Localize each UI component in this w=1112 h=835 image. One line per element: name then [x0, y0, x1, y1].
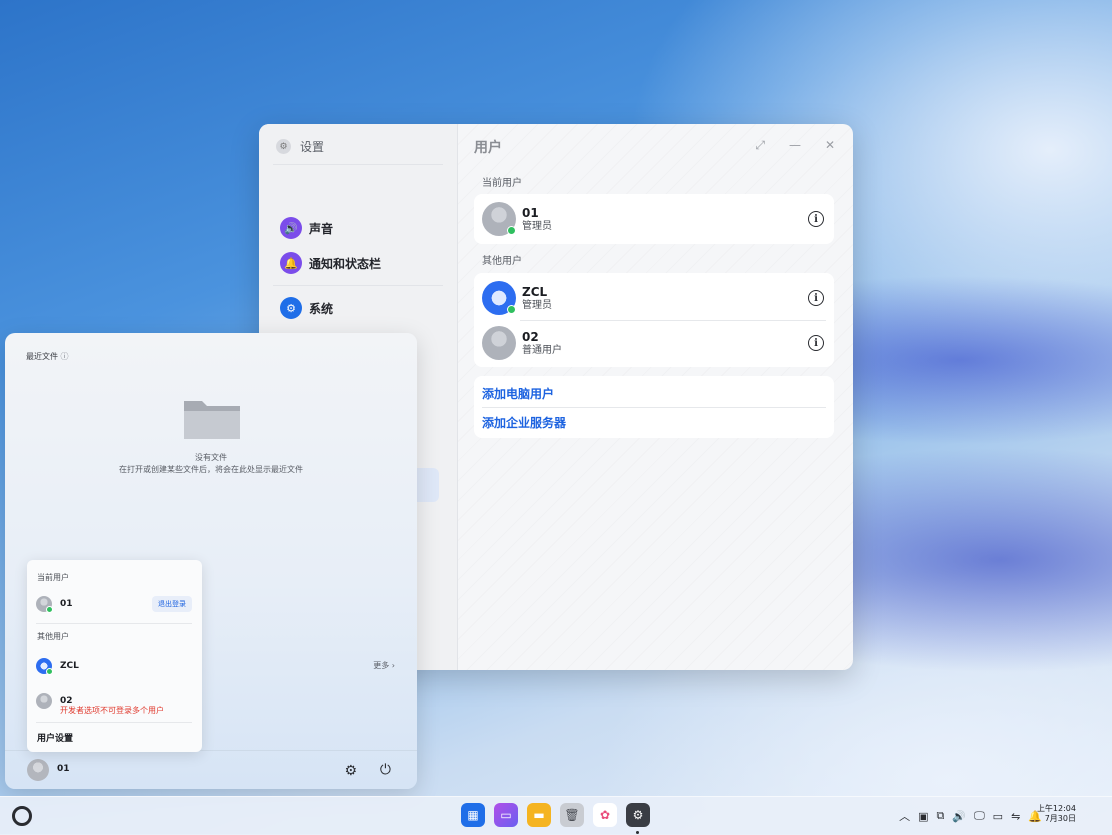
avatar: [36, 693, 52, 709]
user-role: 管理员: [522, 220, 552, 232]
user-row-zcl[interactable]: ZCL: [36, 658, 192, 675]
maximize-icon[interactable]: ⤢: [755, 138, 765, 153]
minimize-icon[interactable]: —: [789, 138, 801, 153]
user-name: 01: [60, 599, 73, 609]
sidebar-item-label: 声音: [309, 221, 334, 236]
multitask-icon[interactable]: ▭: [494, 803, 518, 827]
user-settings-link[interactable]: 用户设置: [37, 731, 73, 744]
chevron-up-icon[interactable]: ︿: [899, 808, 910, 824]
display-icon[interactable]: 🖵: [974, 809, 985, 823]
more-label: 更多: [373, 661, 390, 670]
current-user-heading: 当前用户: [37, 573, 69, 582]
trash-icon[interactable]: 🗑: [560, 803, 584, 827]
add-enterprise-server-link[interactable]: 添加企业服务器: [482, 414, 566, 431]
more-link[interactable]: 更多 ›: [373, 660, 395, 671]
sidebar-item-label: 通知和状态栏: [309, 256, 382, 271]
avatar: [482, 202, 516, 236]
avatar: [36, 658, 53, 675]
row-divider: [36, 623, 192, 624]
sidebar-item-system[interactable]: ⚙ 系统: [280, 297, 333, 319]
gear-icon: ⚙: [280, 297, 302, 319]
sidebar-item-notifications[interactable]: 🔔 通知和状态栏: [280, 252, 381, 274]
sidebar-divider: [273, 164, 443, 165]
files-folder-icon[interactable]: ▬: [527, 803, 551, 827]
info-icon[interactable]: i: [808, 211, 824, 227]
avatar[interactable]: [27, 759, 49, 781]
sidebar-item-label: 系统: [309, 301, 334, 316]
controls-icon[interactable]: ⇋: [1011, 810, 1020, 823]
empty-state-hint: 在打开或创建某些文件后，将会在此处显示最近文件: [119, 465, 303, 474]
current-user-card: 01 管理员 i: [474, 194, 834, 244]
avatar: [482, 326, 516, 360]
chevron-right-icon: ›: [391, 661, 395, 670]
power-icon[interactable]: ⏻: [380, 762, 391, 778]
recent-files-label: 最近文件: [26, 352, 58, 361]
battery-icon[interactable]: ▭: [993, 810, 1003, 823]
row-divider: [482, 407, 826, 408]
current-user-name[interactable]: 01: [57, 764, 70, 774]
settings-app-taskbar-icon[interactable]: ⚙: [626, 803, 650, 827]
recent-files-heading: 最近文件 ⓘ: [26, 351, 69, 362]
start-button[interactable]: [12, 806, 32, 826]
empty-folder-icon: [184, 401, 240, 439]
online-dot-icon: [507, 305, 516, 314]
clock-date: 7月30日: [1044, 814, 1076, 823]
input-method-icon[interactable]: ▣: [918, 810, 928, 823]
settings-app-header: ⚙ 设置: [276, 138, 324, 155]
current-user-row: 01 退出登录: [36, 596, 192, 613]
online-dot-icon: [46, 606, 53, 613]
settings-content: 用户 ⤢ — ✕ 当前用户 01 管理员 i 其他用户 ZCL 管理员 i 02…: [458, 124, 853, 670]
settings-app-name: 设置: [300, 140, 325, 154]
window-controls: ⤢ — ✕: [755, 138, 835, 153]
add-user-card: 添加电脑用户 添加企业服务器: [474, 376, 834, 438]
user-row-02[interactable]: 02 普通用户 i: [482, 321, 824, 365]
taskbar: ▦ ▭ ▬ 🗑 ✿ ⚙ ︿ ▣ ⧉ 🔊 🖵 ▭ ⇋ 🔔 上午12:04 7月30…: [0, 796, 1112, 835]
photos-icon[interactable]: ✿: [593, 803, 617, 827]
volume-icon[interactable]: 🔊: [952, 810, 966, 823]
logout-button[interactable]: 退出登录: [152, 596, 192, 612]
multi-user-warning: 开发者选项不可登录多个用户: [60, 706, 164, 715]
clock-time: 上午12:04: [1036, 804, 1076, 813]
user-name: 01: [522, 205, 539, 220]
system-tray: ︿ ▣ ⧉ 🔊 🖵 ▭ ⇋ 🔔: [899, 808, 1042, 824]
sidebar-item-sound[interactable]: 🔊 声音: [280, 217, 333, 239]
empty-state-title: 没有文件: [195, 453, 227, 462]
user-role: 管理员: [522, 299, 552, 311]
info-icon[interactable]: ⓘ: [61, 352, 69, 361]
user-name: ZCL: [522, 284, 548, 299]
speaker-icon: 🔊: [280, 217, 302, 239]
info-icon[interactable]: i: [808, 290, 824, 306]
gear-icon[interactable]: ⚙: [344, 763, 357, 779]
settings-app-icon: ⚙: [276, 139, 291, 154]
online-dot-icon: [507, 226, 516, 235]
other-users-card: ZCL 管理员 i 02 普通用户 i: [474, 273, 834, 367]
page-title: 用户: [474, 140, 502, 156]
other-users-heading: 其他用户: [37, 632, 69, 641]
current-user-heading: 当前用户: [482, 178, 522, 189]
user-row-zcl[interactable]: ZCL 管理员 i: [482, 276, 824, 320]
user-role: 普通用户: [522, 344, 562, 356]
row-divider: [36, 722, 192, 723]
online-dot-icon: [46, 668, 53, 675]
clock[interactable]: 上午12:04 7月30日: [1037, 804, 1076, 824]
user-switch-popup: 当前用户 01 退出登录 其他用户 ZCL 02 开发者选项不可登录多个用户 用…: [27, 560, 202, 752]
avatar: [482, 281, 516, 315]
user-name: ZCL: [60, 661, 79, 671]
user-name: 02: [522, 329, 539, 344]
start-footer: 01 ⚙ ⏻: [5, 750, 417, 789]
info-icon[interactable]: i: [808, 335, 824, 351]
avatar: [36, 596, 53, 613]
sidebar-divider: [273, 285, 443, 286]
close-icon[interactable]: ✕: [825, 138, 835, 153]
add-computer-user-link[interactable]: 添加电脑用户: [482, 385, 554, 402]
bell-icon: 🔔: [280, 252, 302, 274]
app-grid-icon[interactable]: ▦: [461, 803, 485, 827]
user-row-01[interactable]: 01 管理员 i: [482, 197, 824, 241]
clipboard-icon[interactable]: ⧉: [937, 809, 945, 823]
taskbar-apps: ▦ ▭ ▬ 🗑 ✿ ⚙: [461, 803, 650, 827]
other-users-heading: 其他用户: [482, 256, 522, 267]
